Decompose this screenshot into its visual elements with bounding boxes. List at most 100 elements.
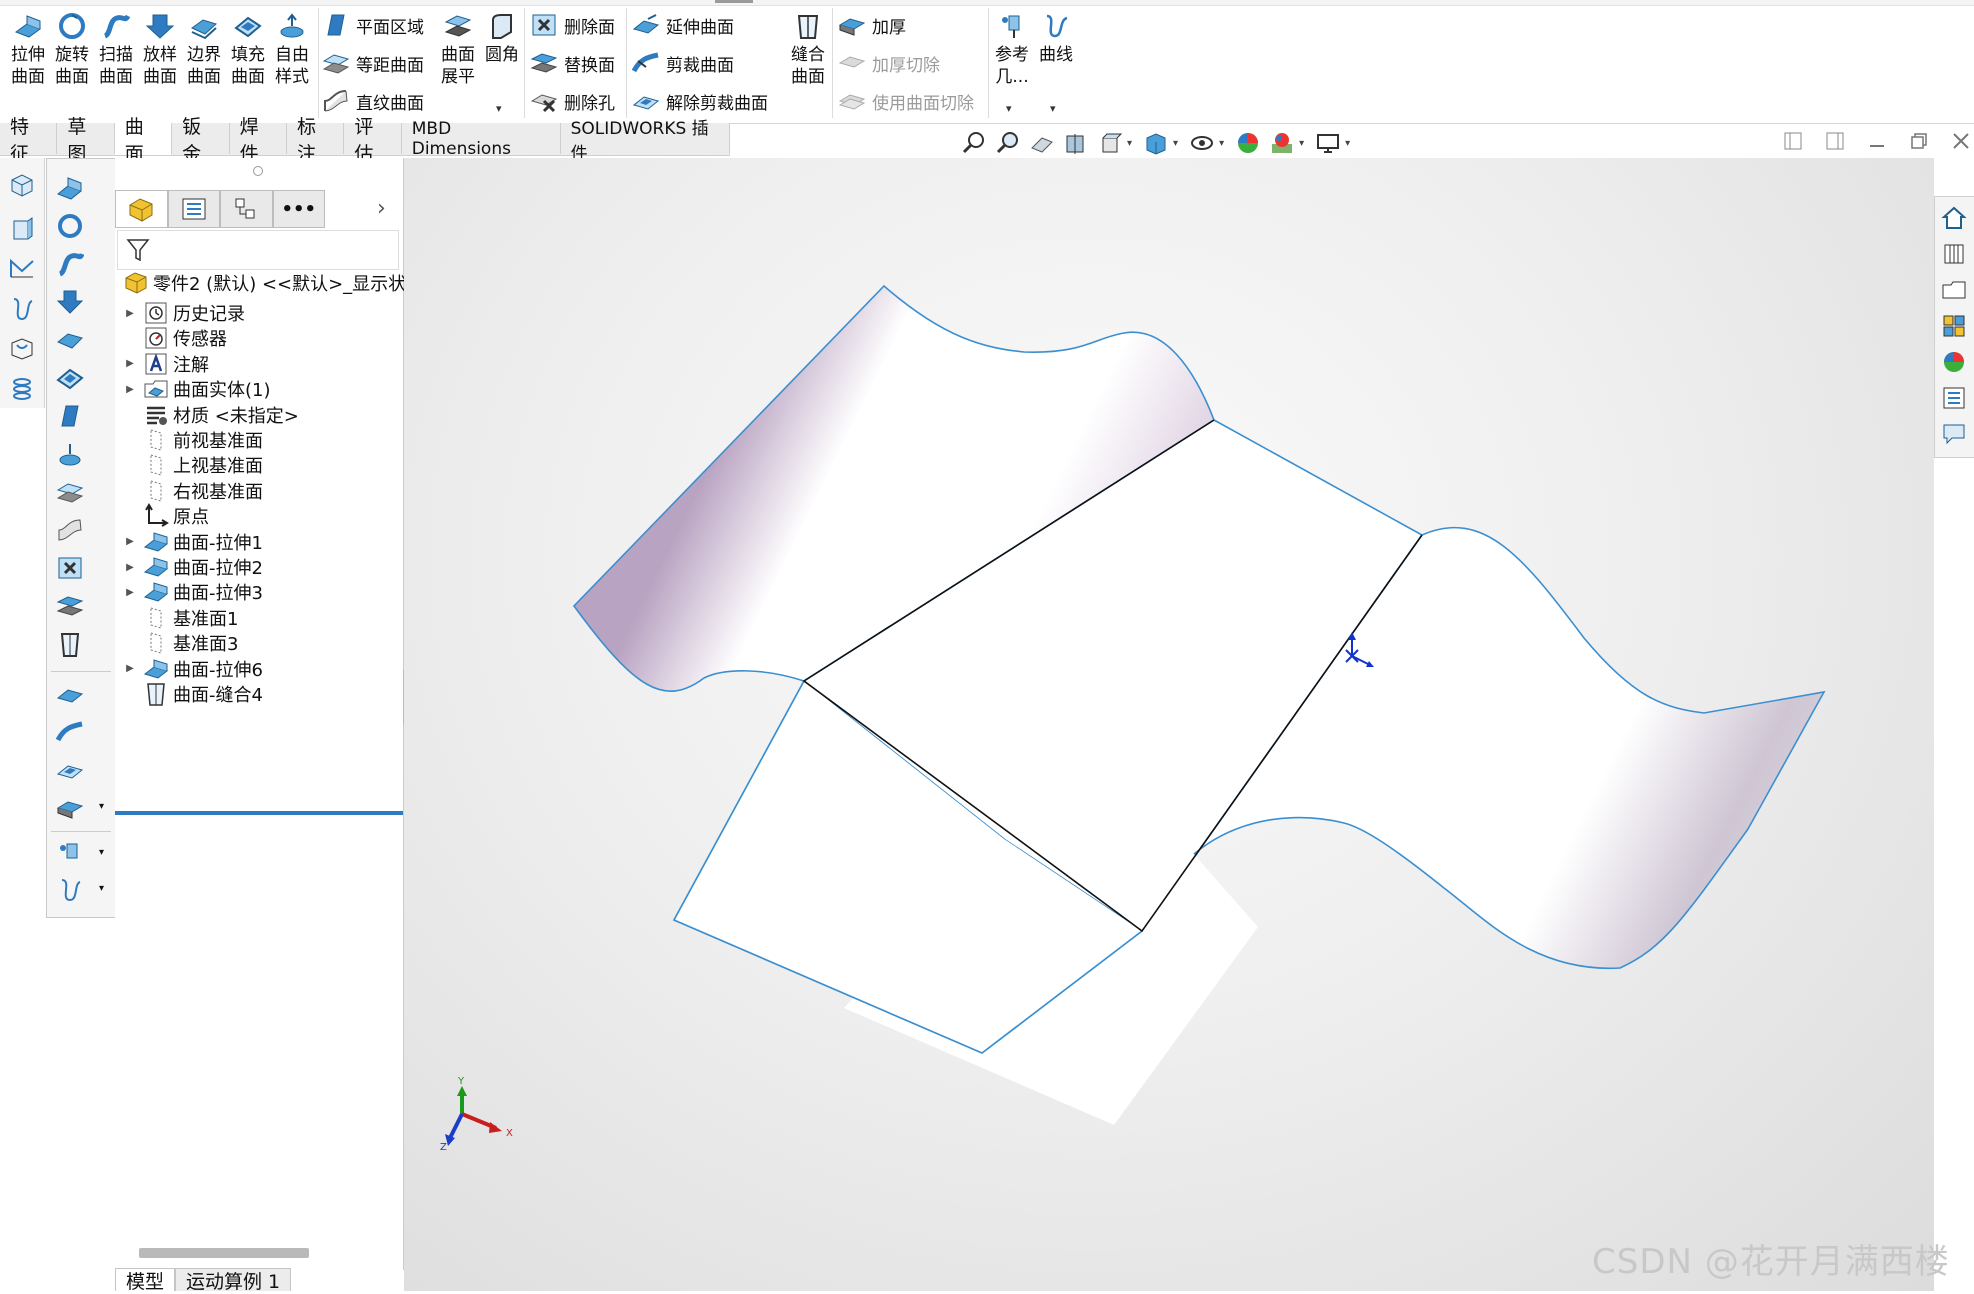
tab-sketch[interactable]: 草图 (57, 116, 115, 165)
freeform-icon[interactable] (55, 439, 85, 469)
forum-icon[interactable] (1939, 419, 1969, 449)
replace-face-icon[interactable] (55, 591, 85, 621)
filled-surface-icon[interactable] (55, 363, 85, 393)
pane-left-icon[interactable] (1780, 128, 1806, 154)
rollback-bar[interactable] (115, 811, 403, 815)
replace-face-button[interactable]: 替换面 (530, 46, 615, 80)
view-palette-icon[interactable] (1939, 311, 1969, 341)
minimize-icon[interactable] (1864, 128, 1890, 154)
chevron-down-icon[interactable]: ▾ (1127, 138, 1132, 149)
configuration-manager-tab[interactable] (220, 190, 273, 228)
expand-arrow-icon[interactable]: ▶ (121, 358, 139, 369)
hide-show-items-icon[interactable] (1188, 129, 1216, 157)
chevron-down-icon[interactable]: ▾ (1173, 138, 1178, 149)
expand-arrow-icon[interactable]: ▶ (121, 536, 139, 547)
custom-properties-icon[interactable] (1939, 383, 1969, 413)
tab-surfaces[interactable]: 曲面 (114, 116, 173, 165)
fillet-button[interactable]: 圆角 (480, 10, 524, 90)
edit-appearance-icon[interactable] (1234, 129, 1262, 157)
lofted-surface-icon[interactable] (55, 287, 85, 317)
chevron-down-icon[interactable]: ▾ (99, 801, 104, 812)
file-explorer-icon[interactable] (1939, 275, 1969, 305)
revolved-surface-button[interactable]: 旋转 曲面 (50, 10, 94, 90)
trim-surface-button[interactable]: 剪裁曲面 (632, 46, 734, 80)
view-3d-icon[interactable] (7, 170, 37, 200)
panel-grip-icon[interactable] (253, 166, 263, 176)
knit-surface-button[interactable]: 缝合 曲面 (786, 10, 830, 90)
expand-arrow-icon[interactable]: ▶ (121, 308, 139, 319)
expand-arrow-icon[interactable]: ▶ (121, 587, 139, 598)
filled-surface-button[interactable]: 填充 曲面 (226, 10, 270, 90)
extruded-surface-icon[interactable] (55, 173, 85, 203)
tab-weldments[interactable]: 焊件 (229, 116, 287, 165)
chevron-down-icon[interactable]: ▾ (1219, 138, 1224, 149)
expand-arrow-icon[interactable]: ▶ (121, 384, 139, 395)
chevron-down-icon[interactable]: ▾ (1299, 138, 1304, 149)
reference-geometry-dropdown-icon[interactable]: ▾ (1006, 102, 1012, 115)
boundary-surface-icon[interactable] (55, 325, 85, 355)
horizontal-scrollbar[interactable] (139, 1248, 309, 1258)
graphics-area[interactable]: Y X Z (404, 158, 1934, 1291)
delete-face-icon[interactable] (55, 553, 85, 583)
more-tabs-tab[interactable]: ••• (272, 190, 325, 228)
offset-surface-button[interactable]: 等距曲面 (322, 46, 424, 80)
extruded-surface-button[interactable]: 拉伸 曲面 (6, 10, 50, 90)
thicken-cut-button[interactable]: 加厚切除 (838, 46, 940, 80)
appearances-icon[interactable] (1939, 347, 1969, 377)
zoom-to-area-icon[interactable] (994, 129, 1022, 157)
delete-face-button[interactable]: 删除面 (530, 8, 615, 42)
planar-surface-icon[interactable] (55, 401, 85, 431)
box-icon[interactable] (7, 214, 37, 244)
untrim-surface-icon[interactable] (55, 755, 85, 785)
view-orientation-icon[interactable] (1096, 129, 1124, 157)
chevron-right-icon[interactable]: › (377, 196, 386, 221)
zoom-to-fit-icon[interactable] (960, 129, 988, 157)
pane-right-icon[interactable] (1822, 128, 1848, 154)
swept-surface-button[interactable]: 扫描 曲面 (94, 10, 138, 90)
spline-icon[interactable] (7, 294, 37, 324)
offset-surface-icon[interactable] (55, 477, 85, 507)
sketch-line-icon[interactable] (7, 254, 37, 284)
trim-surface-icon[interactable] (55, 717, 85, 747)
expand-arrow-icon[interactable]: ▶ (121, 562, 139, 573)
tab-solidworks-addins[interactable]: SOLIDWORKS 插件 (560, 119, 731, 164)
surface-model[interactable]: Y X Z (404, 158, 1934, 1291)
freeform-button[interactable]: 自由 样式 (270, 10, 314, 90)
apply-scene-icon[interactable] (1268, 129, 1296, 157)
tab-mbd-dimensions[interactable]: MBD Dimensions (401, 119, 561, 159)
extend-surface-button[interactable]: 延伸曲面 (632, 8, 734, 42)
chevron-down-icon[interactable]: ▾ (1345, 138, 1350, 149)
tab-model[interactable]: 模型 (115, 1268, 176, 1293)
section-view-icon[interactable] (1062, 129, 1090, 157)
boundary-surface-button[interactable]: 边界 曲面 (182, 10, 226, 90)
helix-icon[interactable] (7, 374, 37, 404)
surface-flatten-button[interactable]: 曲面 展平 (436, 10, 480, 90)
restore-icon[interactable] (1906, 128, 1932, 154)
solidworks-resources-icon[interactable] (1939, 203, 1969, 233)
tree-filter-box[interactable] (117, 230, 399, 270)
extend-surface-icon[interactable] (55, 679, 85, 709)
tab-motion-study[interactable]: 运动算例 1 (175, 1268, 292, 1293)
swept-surface-icon[interactable] (55, 249, 85, 279)
lofted-surface-button[interactable]: 放样 曲面 (138, 10, 182, 90)
surface-cut-button[interactable]: 使用曲面切除 (838, 84, 974, 118)
tab-markup[interactable]: 标注 (286, 116, 345, 165)
chevron-down-icon[interactable]: ▾ (99, 847, 104, 858)
view-settings-icon[interactable] (1314, 129, 1342, 157)
chevron-down-icon[interactable]: ▾ (99, 883, 104, 894)
tree-root-part[interactable]: 零件2 (默认) <<默认>_显示状态 (119, 268, 424, 298)
tab-sheet-metal[interactable]: 钣金 (172, 116, 230, 165)
design-library-icon[interactable] (1939, 239, 1969, 269)
curves-icon[interactable] (55, 875, 85, 905)
ruled-surface-icon[interactable] (55, 515, 85, 545)
expand-arrow-icon[interactable]: ▶ (121, 663, 139, 674)
reference-geometry-button[interactable]: 参考 几... (990, 10, 1034, 90)
revolved-surface-icon[interactable] (55, 211, 85, 241)
tree-item[interactable]: 曲面-缝合4 (115, 679, 263, 709)
feature-manager-tab[interactable] (115, 190, 168, 228)
reference-geometry-icon[interactable] (55, 839, 85, 869)
planar-surface-button[interactable]: 平面区域 (322, 8, 424, 42)
curves-dropdown-icon[interactable]: ▾ (1050, 102, 1056, 115)
curves-button[interactable]: 曲线 (1034, 10, 1078, 90)
thicken-button[interactable]: 加厚 (838, 8, 906, 42)
